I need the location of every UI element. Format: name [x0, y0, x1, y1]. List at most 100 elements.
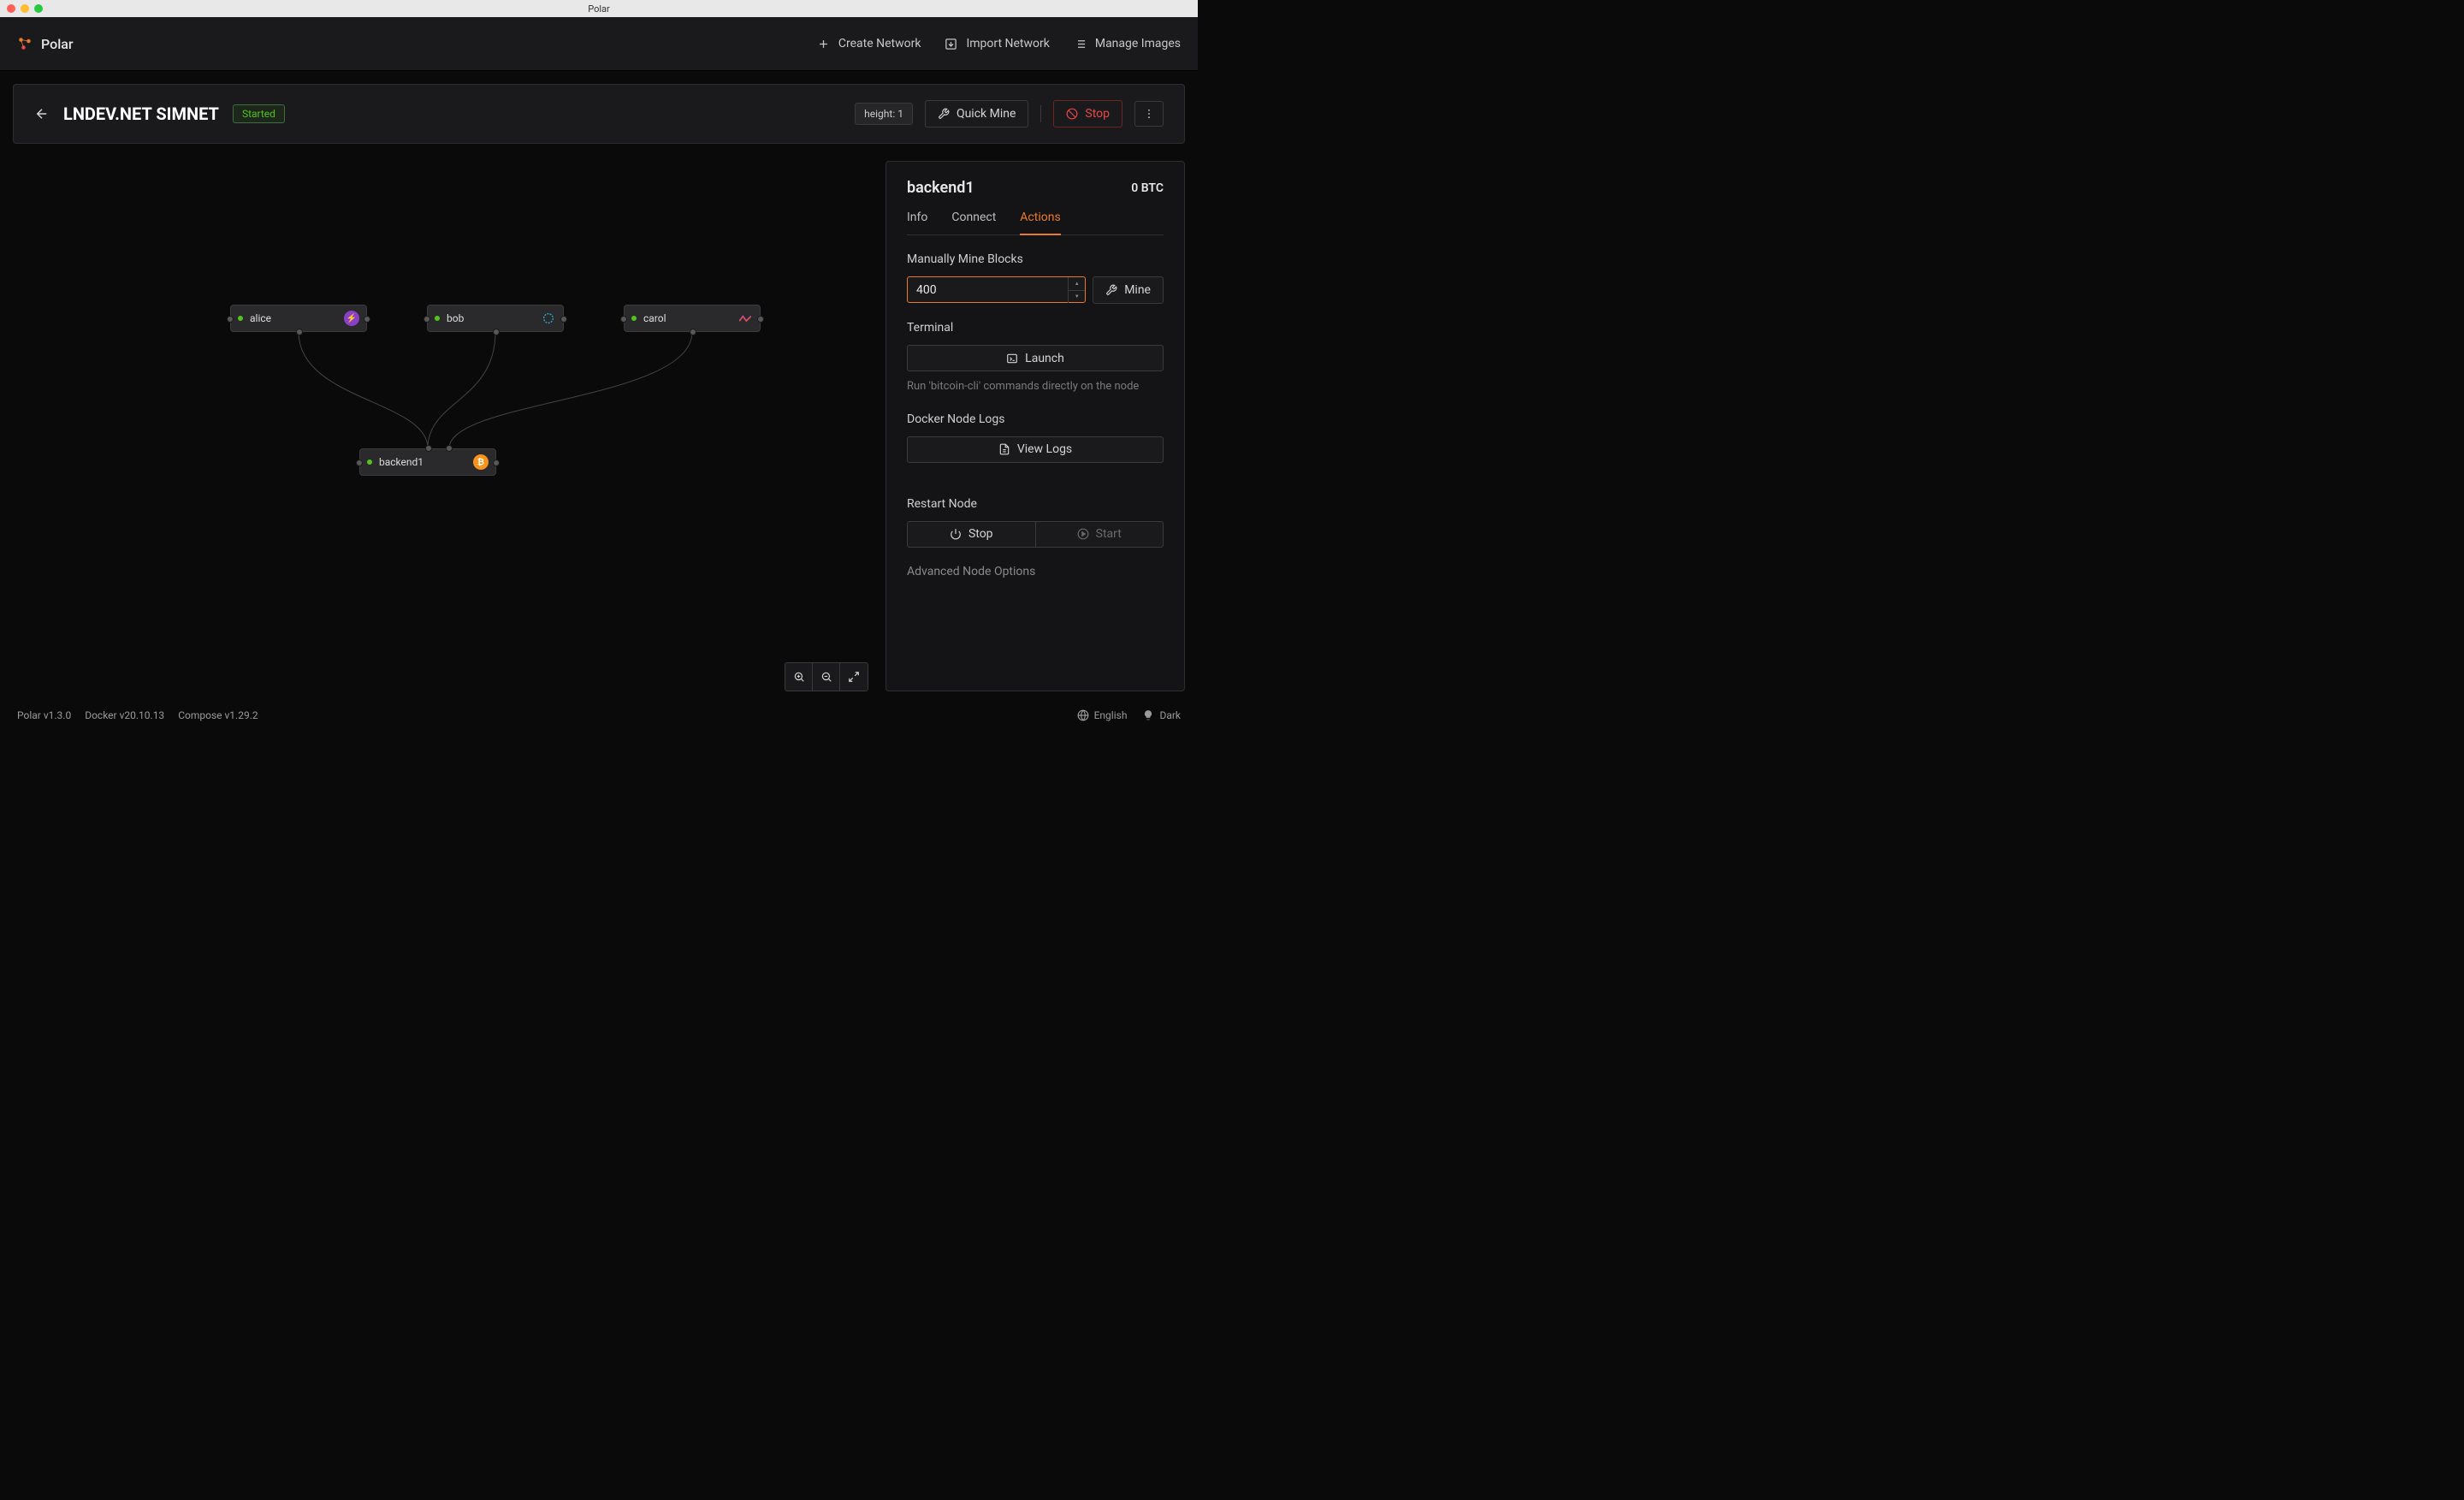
- port[interactable]: [690, 329, 696, 335]
- sidebar-title: backend1: [907, 179, 974, 197]
- port[interactable]: [296, 329, 303, 335]
- block-height-badge: height: 1: [855, 103, 913, 125]
- node-bob[interactable]: bob: [427, 305, 564, 332]
- wallet-balance: 0 BTC: [1131, 181, 1164, 195]
- node-sidebar: backend1 0 BTC Info Connect Actions Manu…: [886, 161, 1185, 691]
- connection-wires: [13, 161, 868, 691]
- titlebar: Polar: [0, 0, 1198, 17]
- more-button[interactable]: [1134, 101, 1164, 127]
- port[interactable]: [356, 459, 363, 466]
- terminal-help-text: Run 'bitcoin-cli' commands directly on t…: [907, 378, 1164, 395]
- create-network-label: Create Network: [838, 37, 921, 50]
- close-icon[interactable]: [7, 4, 15, 13]
- tab-connect[interactable]: Connect: [951, 210, 996, 234]
- number-stepper: ▲ ▼: [1068, 277, 1085, 303]
- terminal-icon: [1006, 353, 1018, 365]
- port[interactable]: [493, 459, 500, 466]
- stop-node-button[interactable]: Stop: [907, 521, 1035, 548]
- stop-node-label: Stop: [968, 527, 993, 541]
- quick-mine-label: Quick Mine: [957, 107, 1016, 121]
- theme-label: Dark: [1159, 709, 1181, 721]
- mine-blocks-label: Manually Mine Blocks: [907, 252, 1164, 266]
- node-backend1[interactable]: backend1 ₿: [359, 448, 496, 476]
- minimize-icon[interactable]: [21, 4, 29, 13]
- status-dot: [367, 459, 372, 465]
- zoom-in-icon: [793, 671, 805, 683]
- restart-label: Restart Node: [907, 497, 1164, 511]
- create-network-link[interactable]: Create Network: [817, 37, 921, 50]
- mine-button-label: Mine: [1124, 283, 1151, 297]
- play-icon: [1077, 528, 1089, 540]
- status-badge: Started: [233, 104, 285, 123]
- port[interactable]: [227, 316, 234, 323]
- import-network-label: Import Network: [966, 37, 1049, 50]
- status-dot: [631, 316, 637, 321]
- zoom-out-button[interactable]: [813, 663, 840, 691]
- more-vertical-icon: [1143, 108, 1155, 120]
- node-carol[interactable]: carol: [624, 305, 761, 332]
- port[interactable]: [757, 316, 764, 323]
- stop-network-button[interactable]: Stop: [1053, 100, 1122, 127]
- port[interactable]: [364, 316, 370, 323]
- tab-info[interactable]: Info: [907, 210, 927, 234]
- language-selector[interactable]: English: [1077, 709, 1128, 721]
- theme-selector[interactable]: Dark: [1142, 709, 1181, 721]
- step-up-button[interactable]: ▲: [1069, 277, 1085, 291]
- globe-icon: [1077, 709, 1089, 721]
- manage-images-link[interactable]: Manage Images: [1074, 37, 1181, 50]
- mine-blocks-input[interactable]: [907, 276, 1086, 303]
- zoom-in-button[interactable]: [785, 663, 813, 691]
- cln-icon: [541, 311, 556, 326]
- window-title: Polar: [588, 3, 610, 15]
- compose-version: Compose v1.29.2: [178, 709, 258, 721]
- expand-icon: [848, 671, 860, 683]
- import-network-link[interactable]: Import Network: [945, 37, 1049, 50]
- topbar: Polar Create Network Import Network Mana…: [0, 17, 1198, 71]
- quick-mine-button[interactable]: Quick Mine: [925, 100, 1028, 127]
- fit-screen-button[interactable]: [840, 663, 868, 691]
- stop-icon: [1066, 108, 1078, 120]
- port[interactable]: [446, 445, 453, 452]
- status-dot: [435, 316, 440, 321]
- advanced-options-label: Advanced Node Options: [907, 565, 1164, 578]
- app-logo[interactable]: Polar: [17, 36, 74, 52]
- list-icon: [1074, 38, 1087, 50]
- sidebar-tabs: Info Connect Actions: [907, 210, 1164, 235]
- page-header: LNDEV.NET SIMNET Started height: 1 Quick…: [13, 84, 1185, 144]
- file-icon: [998, 443, 1010, 455]
- language-label: English: [1094, 709, 1128, 721]
- mine-blocks-input-wrap: ▲ ▼: [907, 276, 1086, 304]
- maximize-icon[interactable]: [34, 4, 43, 13]
- zoom-controls: [785, 662, 868, 691]
- terminal-label: Terminal: [907, 321, 1164, 335]
- start-node-label: Start: [1096, 527, 1122, 541]
- plus-icon: [817, 38, 830, 50]
- port[interactable]: [620, 316, 627, 323]
- port[interactable]: [424, 316, 430, 323]
- tab-actions[interactable]: Actions: [1020, 210, 1060, 234]
- start-node-button[interactable]: Start: [1035, 521, 1164, 548]
- logs-label: Docker Node Logs: [907, 412, 1164, 426]
- network-canvas[interactable]: alice ⚡ bob carol: [13, 161, 868, 691]
- footer: Polar v1.3.0 Docker v20.10.13 Compose v1…: [0, 702, 1198, 729]
- port[interactable]: [425, 445, 432, 452]
- node-alice[interactable]: alice ⚡: [230, 305, 367, 332]
- step-down-button[interactable]: ▼: [1069, 291, 1085, 304]
- port[interactable]: [493, 329, 500, 335]
- app-name: Polar: [41, 36, 74, 52]
- status-dot: [238, 316, 243, 321]
- view-logs-label: View Logs: [1017, 442, 1072, 456]
- manage-images-label: Manage Images: [1095, 37, 1181, 50]
- back-button[interactable]: [34, 106, 50, 122]
- window-controls: [7, 4, 43, 13]
- view-logs-button[interactable]: View Logs: [907, 436, 1164, 463]
- mine-button[interactable]: Mine: [1093, 276, 1164, 304]
- network-title: LNDEV.NET SIMNET: [63, 104, 219, 124]
- node-label: bob: [447, 312, 464, 324]
- zoom-out-icon: [820, 671, 832, 683]
- launch-terminal-button[interactable]: Launch: [907, 345, 1164, 371]
- port[interactable]: [560, 316, 567, 323]
- eclair-icon: [737, 311, 753, 326]
- lnd-icon: ⚡: [344, 311, 359, 326]
- node-label: alice: [250, 312, 271, 324]
